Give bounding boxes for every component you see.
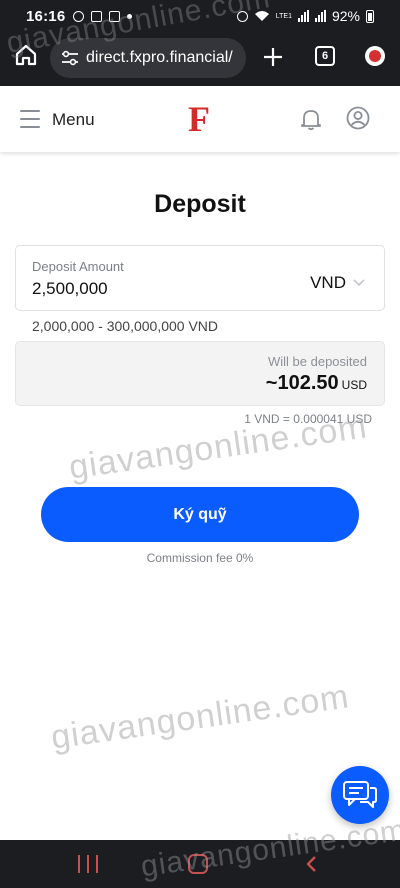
notification-icons <box>73 10 133 22</box>
will-be-deposited-box: Will be deposited ~102.50 USD <box>15 341 385 406</box>
url-text[interactable]: direct.fxpro.financial/ <box>86 49 233 67</box>
will-be-deposited-currency: USD <box>341 378 367 392</box>
hamburger-icon[interactable] <box>20 110 40 128</box>
site-header: Menu F <box>0 86 400 152</box>
signal-2-icon <box>314 10 326 22</box>
exchange-rate: 1 VND = 0.000041 USD <box>244 412 372 426</box>
deposit-amount-input[interactable]: 2,500,000 <box>32 279 108 299</box>
fxpro-logo[interactable]: F <box>188 98 210 140</box>
bell-icon[interactable] <box>300 107 322 131</box>
home-nav-icon[interactable] <box>188 854 208 874</box>
status-bar: 16:16 LTE1 92% <box>0 0 400 32</box>
will-be-deposited-label: Will be deposited <box>268 354 367 369</box>
home-icon[interactable] <box>13 42 39 68</box>
plus-icon[interactable] <box>262 46 284 68</box>
user-icon[interactable] <box>346 106 370 130</box>
network-label: LTE1 <box>275 12 292 20</box>
chat-icon[interactable] <box>342 780 378 810</box>
currency-value[interactable]: VND <box>310 273 346 293</box>
watermark: giavangonline.com <box>48 677 352 757</box>
url-bar[interactable]: direct.fxpro.financial/ <box>50 38 246 78</box>
signal-icon <box>297 10 309 22</box>
more-notifications-dot <box>127 13 133 19</box>
address-bar-row: direct.fxpro.financial/ 6 <box>0 34 400 82</box>
extension-icon[interactable] <box>365 46 385 66</box>
app-status-icon <box>91 10 103 22</box>
deposit-submit-button[interactable]: Ký quỹ <box>41 487 359 542</box>
chevron-down-icon[interactable] <box>352 278 366 288</box>
shopping-status-icon <box>109 10 121 22</box>
status-time: 16:16 <box>26 7 66 25</box>
recent-apps-icon[interactable] <box>78 855 98 873</box>
commission-fee: Commission fee 0% <box>146 551 254 565</box>
deposit-amount-label: Deposit Amount <box>32 259 124 274</box>
system-nav-bar <box>0 840 400 888</box>
back-icon[interactable] <box>302 854 322 874</box>
battery-percent: 92% <box>331 8 360 24</box>
deposit-range: 2,000,000 - 300,000,000 VND <box>32 318 219 334</box>
browser-chrome: 16:16 LTE1 92% direct.fxpro.financial/ 6 <box>0 0 400 86</box>
currency-select[interactable]: VND <box>310 273 366 293</box>
wifi-icon <box>254 11 269 21</box>
tune-icon[interactable] <box>60 50 80 66</box>
alarm-status-icon <box>236 10 248 22</box>
tabs-icon[interactable]: 6 <box>315 46 335 66</box>
deposit-amount-field[interactable]: Deposit Amount 2,500,000 VND <box>15 245 385 311</box>
chat-button[interactable] <box>331 766 389 824</box>
will-be-deposited-value: ~102.50 <box>265 372 339 394</box>
menu-button[interactable]: Menu <box>52 110 95 130</box>
status-right: LTE1 92% <box>236 8 374 24</box>
settings-status-icon <box>73 10 85 22</box>
will-be-deposited-amount: ~102.50 USD <box>266 372 367 395</box>
battery-icon <box>366 9 374 23</box>
page-title: Deposit <box>154 190 246 218</box>
